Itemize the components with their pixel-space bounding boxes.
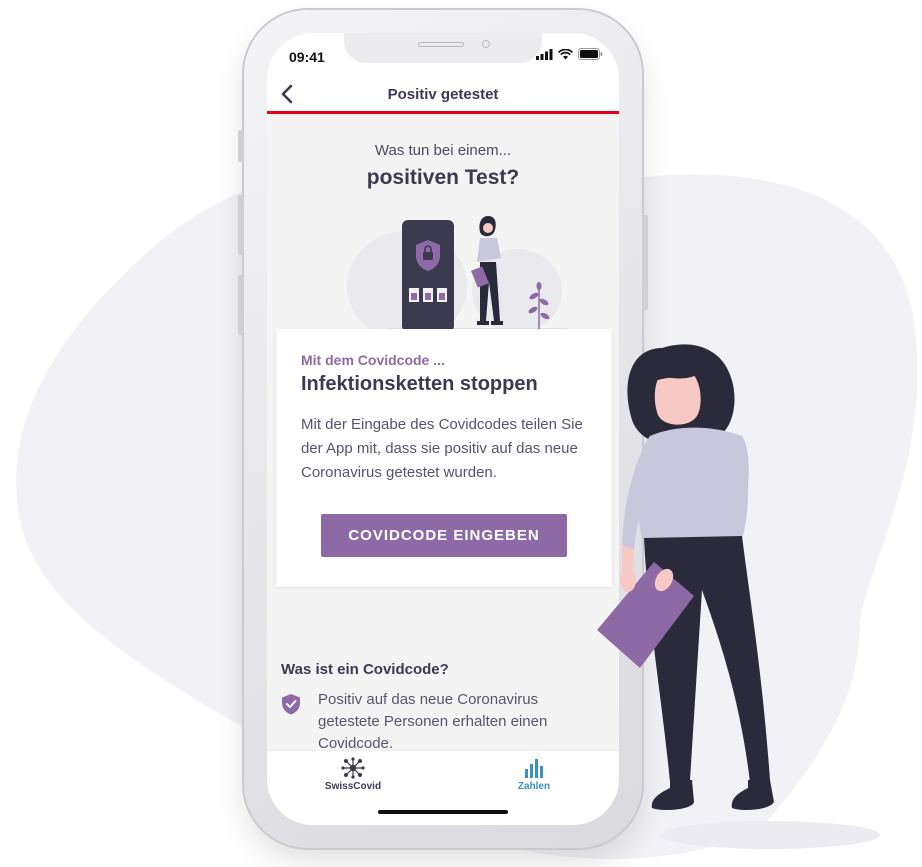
power-button [642, 215, 648, 310]
home-indicator [378, 810, 508, 814]
intro-heading: positiven Test? [366, 166, 520, 189]
bar-chart-icon [525, 759, 543, 778]
tab-bar: SwissCovid Zahlen [267, 750, 619, 825]
volume-down-button [238, 275, 244, 335]
tab-swisscovid-label: SwissCovid [324, 781, 382, 792]
card-subtitle: Mit dem Covidcode ... [301, 352, 445, 368]
wifi-icon [558, 48, 573, 59]
shield-check-icon [282, 694, 300, 715]
enter-covidcode-button[interactable]: COVIDCODE EINGEBEN [321, 514, 567, 557]
faq-item-text: Positiv auf das neue Coronavirus geteste… [318, 691, 548, 752]
battery-icon [578, 48, 603, 60]
covidcode-card: Mit dem Covidcode ... Infektionsketten s… [276, 329, 612, 587]
status-time: 09:41 [289, 49, 325, 65]
faq-title: Was ist ein Covidcode? [281, 661, 449, 678]
status-icons [536, 48, 603, 60]
intro-line: Was tun bei einem... [374, 142, 512, 159]
woman-illustration [597, 344, 774, 810]
phone-frame: 09:41 Positiv getestet Was tun bei einem… [238, 10, 648, 848]
tab-zahlen[interactable]: Zahlen [474, 757, 594, 792]
page-title: Positiv getestet [387, 86, 499, 103]
nav-bar: Positiv getestet [267, 77, 619, 114]
illustration-phone [402, 220, 454, 332]
swisscovid-icon [341, 757, 365, 779]
phone-screen: 09:41 Positiv getestet Was tun bei einem… [267, 33, 619, 825]
tab-swisscovid[interactable]: SwissCovid [293, 757, 413, 792]
camera [482, 40, 490, 48]
tab-zahlen-label: Zahlen [517, 781, 551, 792]
volume-up-button [238, 195, 244, 255]
card-title: Infektionsketten stoppen [301, 373, 538, 395]
card-body: Mit der Eingabe des Covidcodes teilen Si… [301, 416, 583, 481]
illustration [347, 216, 567, 332]
speaker [418, 42, 464, 47]
mute-switch [238, 130, 244, 162]
main-content[interactable]: Was tun bei einem... positiven Test? Mit… [267, 114, 619, 752]
notch [344, 33, 542, 63]
